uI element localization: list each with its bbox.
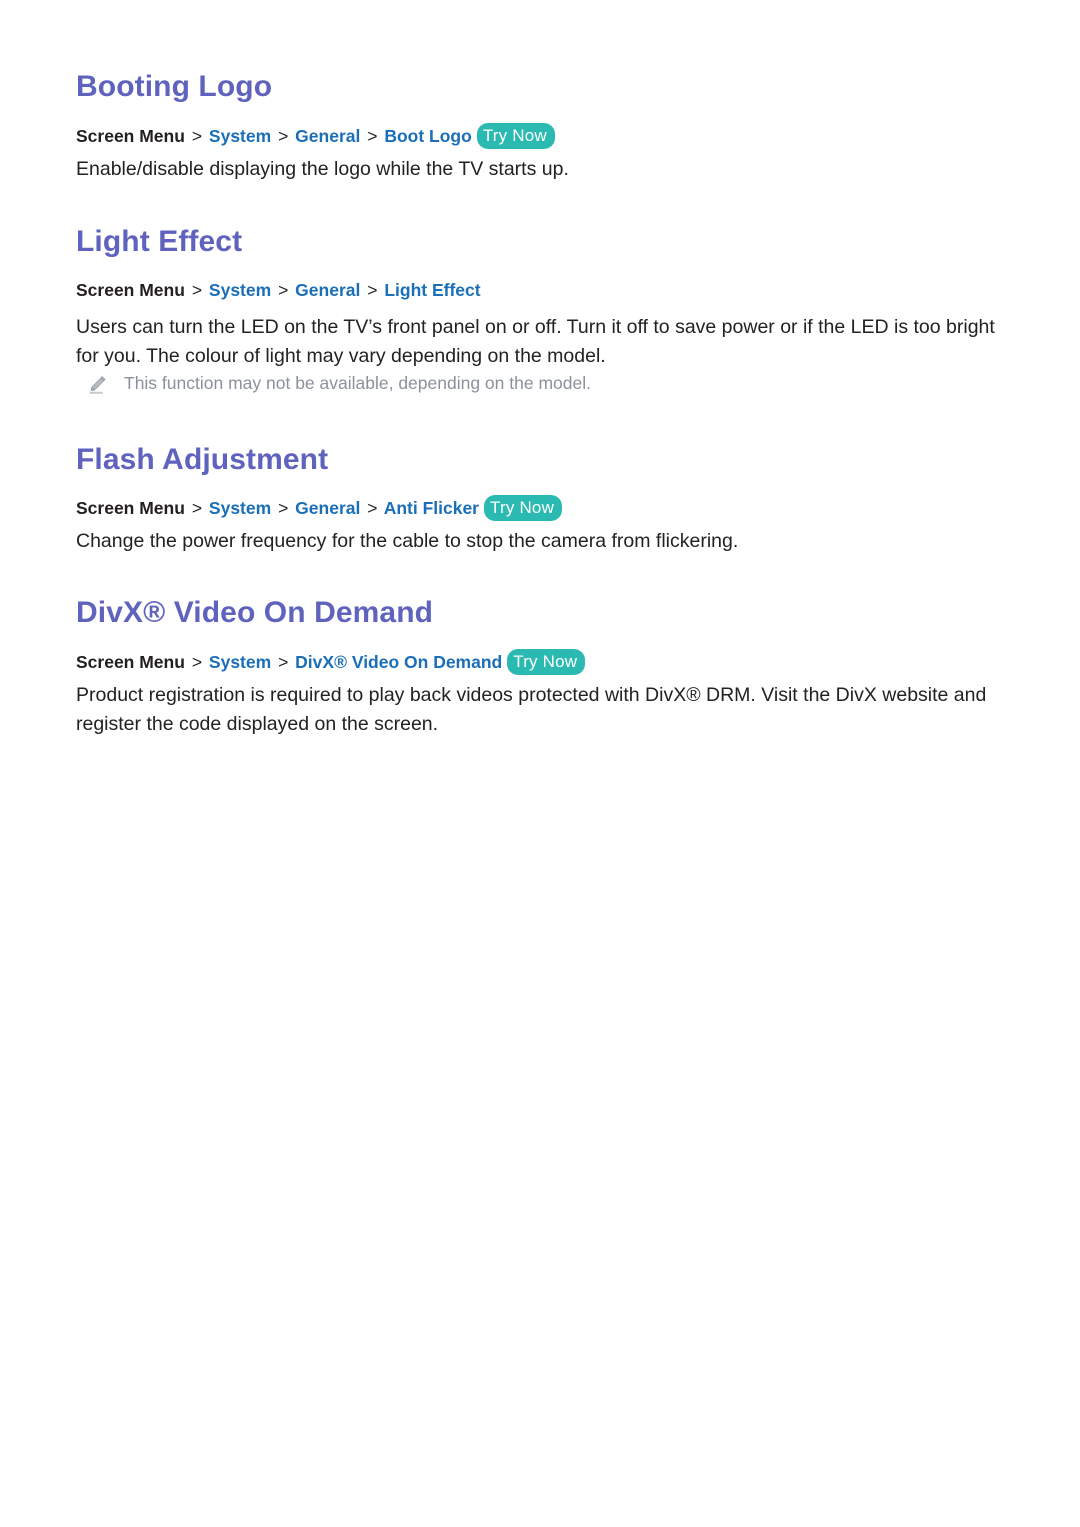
breadcrumb-separator: > [278,280,289,300]
section-heading-divx-video-on-demand: DivX® Video On Demand [76,596,434,629]
note-light-effect: This function may not be available, depe… [76,371,591,396]
try-now-badge[interactable]: Try Now [507,649,586,675]
breadcrumb-link-divx-video-on-demand[interactable]: DivX® Video On Demand [295,652,502,672]
breadcrumb-link-boot-logo[interactable]: Boot Logo [384,126,471,146]
breadcrumb-light-effect: Screen Menu > System > General > Light E… [76,279,481,303]
breadcrumb-link-general[interactable]: General [295,280,360,300]
body-text-booting-logo: Enable/disable displaying the logo while… [76,158,569,180]
breadcrumb-separator: > [278,652,289,672]
breadcrumb-booting-logo: Screen Menu > System > General > Boot Lo… [76,123,555,150]
breadcrumb-separator: > [191,280,203,300]
breadcrumb-link-anti-flicker[interactable]: Anti Flicker [384,498,479,518]
breadcrumb-link-general[interactable]: General [295,126,360,146]
breadcrumb-link-light-effect[interactable]: Light Effect [384,280,480,300]
section-heading-light-effect: Light Effect [76,225,243,258]
section-heading-booting-logo: Booting Logo [76,70,273,103]
section-heading-flash-adjustment: Flash Adjustment [76,443,329,476]
breadcrumb-link-system[interactable]: System [209,652,271,672]
breadcrumb-root: Screen Menu [76,652,185,672]
try-now-badge[interactable]: Try Now [484,495,563,521]
document-page: Booting Logo Screen Menu > System > Gene… [0,0,1080,1527]
try-now-badge[interactable]: Try Now [476,123,555,149]
breadcrumb-separator: > [191,126,203,146]
body-text-flash-adjustment: Change the power frequency for the cable… [76,530,739,552]
breadcrumb-separator: > [191,652,203,672]
breadcrumb-root: Screen Menu [76,498,185,518]
breadcrumb-root: Screen Menu [76,280,185,300]
pencil-icon [86,374,108,396]
breadcrumb-separator: > [278,126,289,146]
breadcrumb-link-system[interactable]: System [209,280,271,300]
note-text: This function may not be available, depe… [124,373,591,393]
breadcrumb-root: Screen Menu [76,126,185,146]
breadcrumb-separator: > [191,498,203,518]
breadcrumb-link-system[interactable]: System [209,498,271,518]
breadcrumb-link-system[interactable]: System [209,126,271,146]
breadcrumb-separator: > [278,498,289,518]
breadcrumb-divx-video-on-demand: Screen Menu > System > DivX® Video On De… [76,649,586,676]
breadcrumb-separator: > [367,498,378,518]
breadcrumb-separator: > [367,126,378,146]
body-text-divx-video-on-demand: Product registration is required to play… [76,684,987,736]
body-text-light-effect: Users can turn the LED on the TV’s front… [76,316,995,368]
breadcrumb-link-general[interactable]: General [295,498,360,518]
breadcrumb-separator: > [367,280,378,300]
breadcrumb-flash-adjustment: Screen Menu > System > General > Anti Fl… [76,495,563,522]
